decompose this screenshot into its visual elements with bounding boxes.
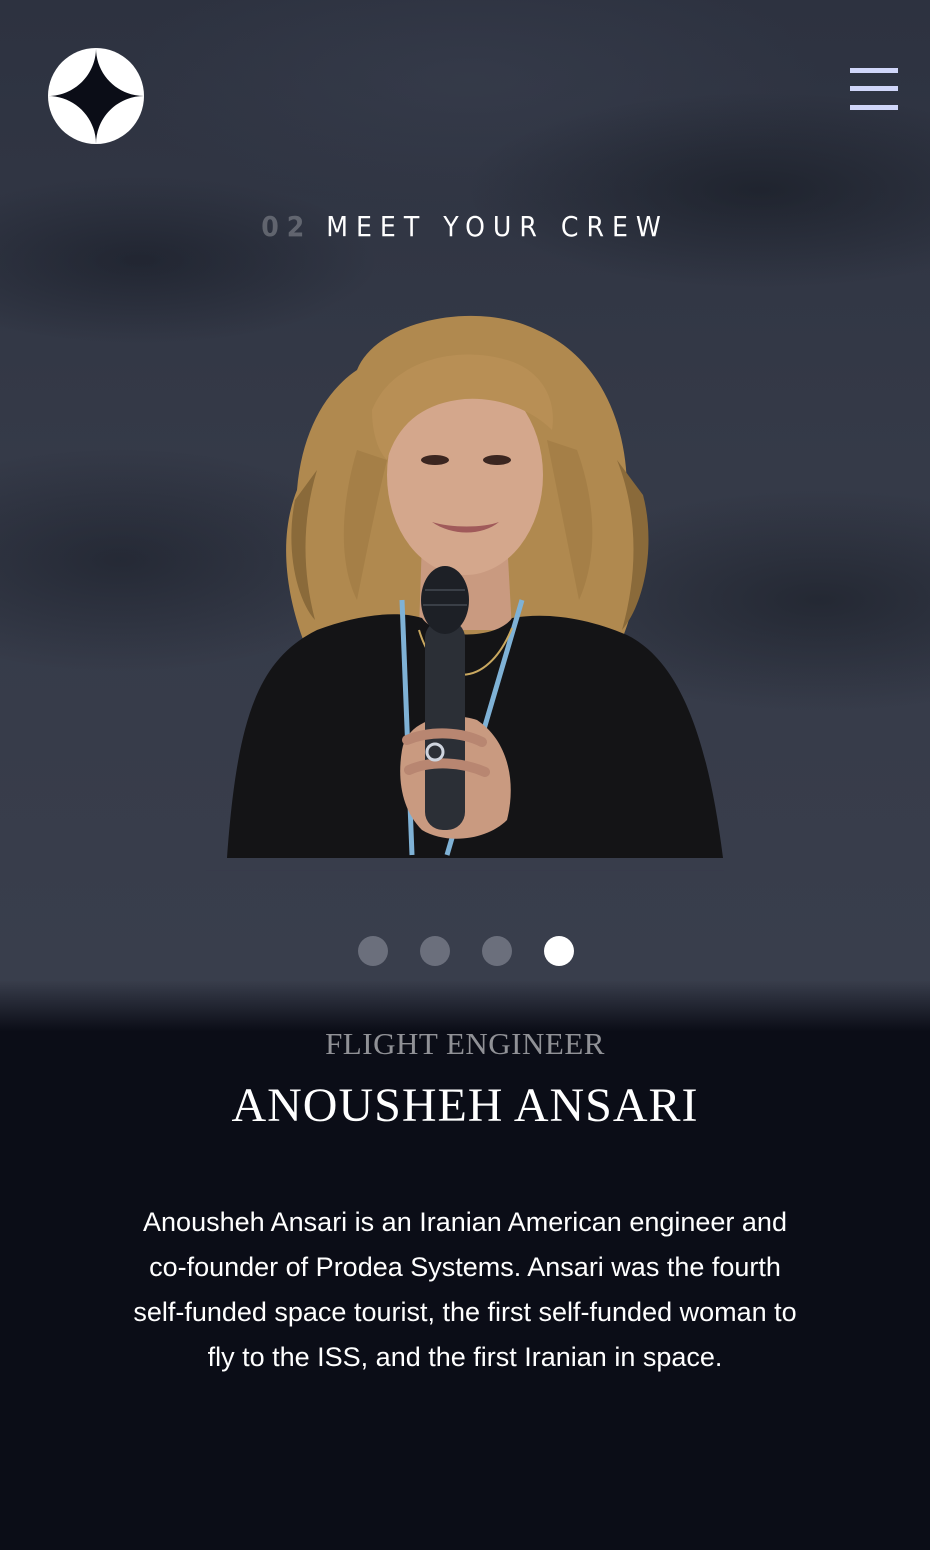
crew-name: ANOUSHEH ANSARI xyxy=(231,1079,699,1132)
crew-page: 02 MEET YOUR CREW FLIGHT ENGINEER ANOUSH… xyxy=(0,0,930,1550)
page-number: 02 xyxy=(261,210,313,243)
carousel-dot-4[interactable] xyxy=(544,936,574,966)
crew-bio: Anousheh Ansari is an Iranian American e… xyxy=(133,1207,797,1372)
menu-bar xyxy=(850,86,898,91)
crew-portrait xyxy=(227,315,723,858)
portrait-divider xyxy=(206,870,724,871)
four-point-star-icon xyxy=(48,48,144,144)
hamburger-menu-icon[interactable] xyxy=(850,68,898,110)
page-heading: 02 MEET YOUR CREW xyxy=(0,210,930,243)
carousel-dot-2[interactable] xyxy=(420,936,450,966)
crew-role: FLIGHT ENGINEER xyxy=(325,1026,605,1061)
menu-bar xyxy=(850,68,898,73)
page-title: MEET YOUR CREW xyxy=(326,210,669,243)
carousel-dot-1[interactable] xyxy=(358,936,388,966)
menu-bar xyxy=(850,105,898,110)
carousel-dot-3[interactable] xyxy=(482,936,512,966)
logo-home-link[interactable] xyxy=(48,48,144,144)
crew-carousel-dots xyxy=(358,936,578,966)
